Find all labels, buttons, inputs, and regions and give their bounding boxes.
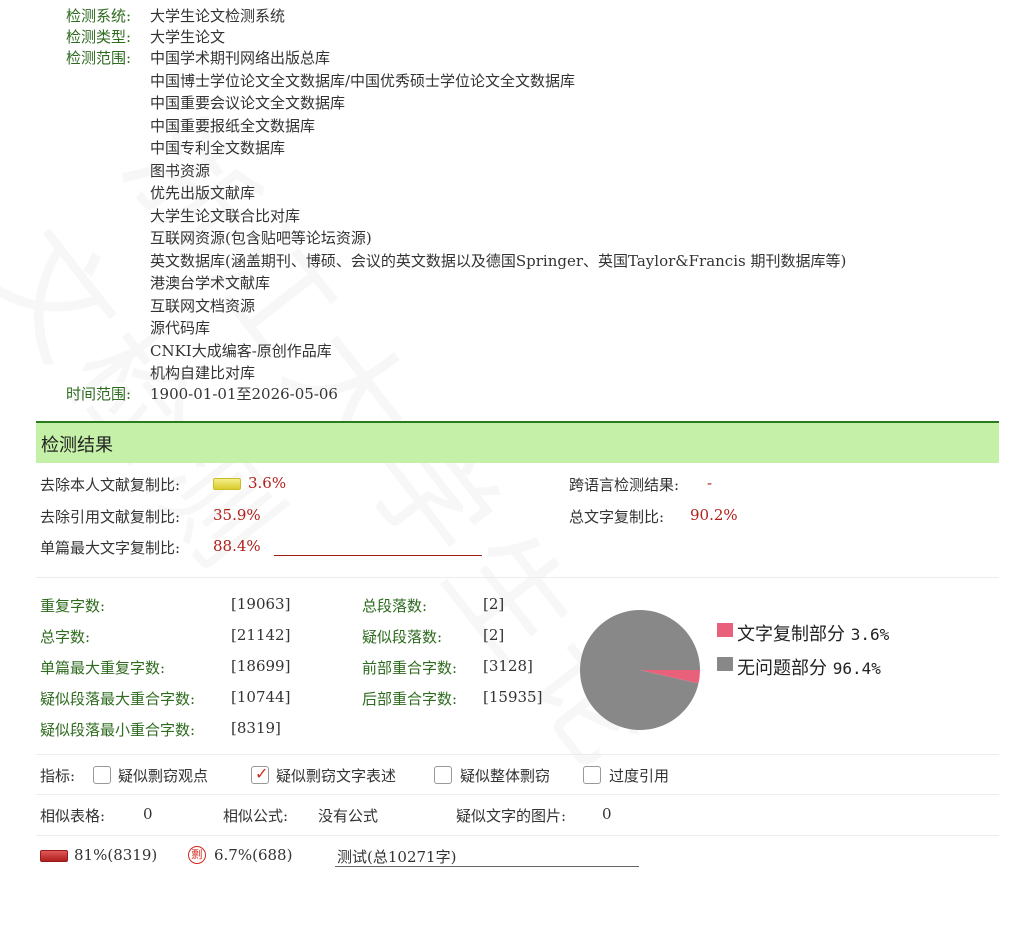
single-max-value: 88.4% [213,537,261,555]
legend-copy-label: 文字复制部分 [737,624,845,645]
indicator-text-expression-label: 疑似剽窃文字表述 [276,767,397,785]
legend-swatch-ok [717,657,733,671]
single-max-repeat-value: [18699] [231,657,291,675]
legend-ok-label: 无问题部分 [737,658,827,679]
repeat-chars-value: [19063] [231,595,291,613]
indicator-viewpoint-label: 疑似剽窃观点 [118,767,209,785]
single-max-underline [274,555,482,556]
divider [36,754,999,755]
tables-label: 相似表格: [40,807,106,825]
result-title: 检测结果 [41,435,113,456]
cross-lang-label: 跨语言检测结果: [569,476,680,494]
legend-swatch-copy [717,623,733,637]
total-chars-label: 总字数: [40,628,91,646]
check-icon: ✓ [255,764,269,783]
scope-item: CNKI大成编客-原创作品库 [150,341,332,360]
quote-excl-value: 35.9% [213,506,261,524]
ratio-red-bar [40,850,68,862]
suspect-paras-label: 疑似段落数: [362,628,443,646]
checkbox-whole[interactable] [434,766,452,784]
total-paras-value: [2] [483,595,505,613]
result-header: 检测结果 [36,421,999,463]
pie-slice-ok [580,609,700,730]
scope-item: 中国重要会议论文全文数据库 [150,94,346,112]
scope-item: 大学生论文联合比对库 [150,206,301,225]
scope-label: 检测范围: [66,49,132,67]
scope-item: 港澳台学术文献库 [150,274,271,292]
single-max-label: 单篇最大文字复制比: [40,539,181,557]
self-excl-label: 去除本人文献复制比: [40,476,181,494]
scope-item: 中国专利全文数据库 [150,139,286,157]
checkbox-text-expression[interactable]: ✓ [251,764,269,784]
anti-text: 6.7%(688) [214,846,293,864]
system-value: 大学生论文检测系统 [150,7,286,25]
front-overlap-value: [3128] [483,657,533,675]
ratio-red-text: 81%(8319) [74,846,158,864]
total-chars-value: [21142] [231,626,291,644]
cross-lang-value: - [707,474,713,492]
scope-item: 互联网文档资源 [150,296,256,315]
images-value: 0 [602,805,612,823]
type-label: 检测类型: [66,28,132,46]
self-excl-value: 3.6% [248,474,287,492]
divider [36,835,999,836]
scope-item: 互联网资源(包含贴吧等论坛资源) [150,229,372,247]
total-paras-label: 总段落数: [362,597,428,615]
scope-item: 中国重要报纸全文数据库 [150,116,316,135]
single-max-repeat-label: 单篇最大重复字数: [40,659,166,677]
system-label: 检测系统: [66,7,132,25]
para-max-overlap-label: 疑似段落最大重合字数: [40,690,196,708]
scope-item: 源代码库 [150,319,211,337]
formula-value: 没有公式 [318,807,379,825]
scope-item: 优先出版文献库 [150,184,256,202]
scope-item: 英文数据库(涵盖期刊、博硕、会议的英文数据以及德国Springer、英国Tayl… [150,251,847,270]
repeat-chars-label: 重复字数: [40,597,106,615]
doc-link[interactable]: 测试(总10271字) [337,846,456,867]
scope-item: 机构自建比对库 [150,364,256,382]
anti-plagiarism-icon: 剽 [188,846,206,864]
checkbox-overquote[interactable] [583,766,601,784]
time-label: 时间范围: [66,385,132,403]
legend-copy: 文字复制部分 3.6% [737,620,889,646]
time-value: 1900-01-01至2026-05-06 [150,385,338,403]
divider [36,577,999,578]
scope-item: 图书资源 [150,161,211,180]
tables-value: 0 [143,805,153,823]
para-min-overlap-value: [8319] [231,719,281,737]
watermark: 浙江大学生论文检测 [0,97,688,799]
type-value: 大学生论文 [150,28,226,46]
formula-label: 相似公式: [223,807,289,825]
total-ratio-value: 90.2% [690,506,738,524]
pie-chart [580,609,700,730]
legend-ok: 无问题部分 96.4% [737,654,881,680]
para-min-overlap-label: 疑似段落最小重合字数: [40,721,196,739]
legend-copy-value: 3.6% [850,625,890,644]
suspect-paras-value: [2] [483,626,505,644]
scope-item: 中国博士学位论文全文数据库/中国优秀硕士学位论文全文数据库 [150,71,576,90]
indicator-overquote-label: 过度引用 [609,767,670,785]
front-overlap-label: 前部重合字数: [362,659,458,677]
quote-excl-label: 去除引用文献复制比: [40,508,181,526]
indicators-label: 指标: [40,767,76,785]
back-overlap-label: 后部重合字数: [362,690,458,708]
divider [36,794,999,795]
para-max-overlap-value: [10744] [231,688,291,706]
checkbox-viewpoint[interactable] [93,766,111,784]
images-label: 疑似文字的图片: [456,807,567,825]
back-overlap-value: [15935] [483,688,543,706]
doc-link-underline [335,866,639,867]
self-excl-bar [213,478,241,490]
indicator-whole-label: 疑似整体剽窃 [460,767,551,785]
total-ratio-label: 总文字复制比: [569,508,665,526]
legend-ok-value: 96.4% [832,659,881,678]
scope-item: 中国学术期刊网络出版总库 [150,49,331,67]
